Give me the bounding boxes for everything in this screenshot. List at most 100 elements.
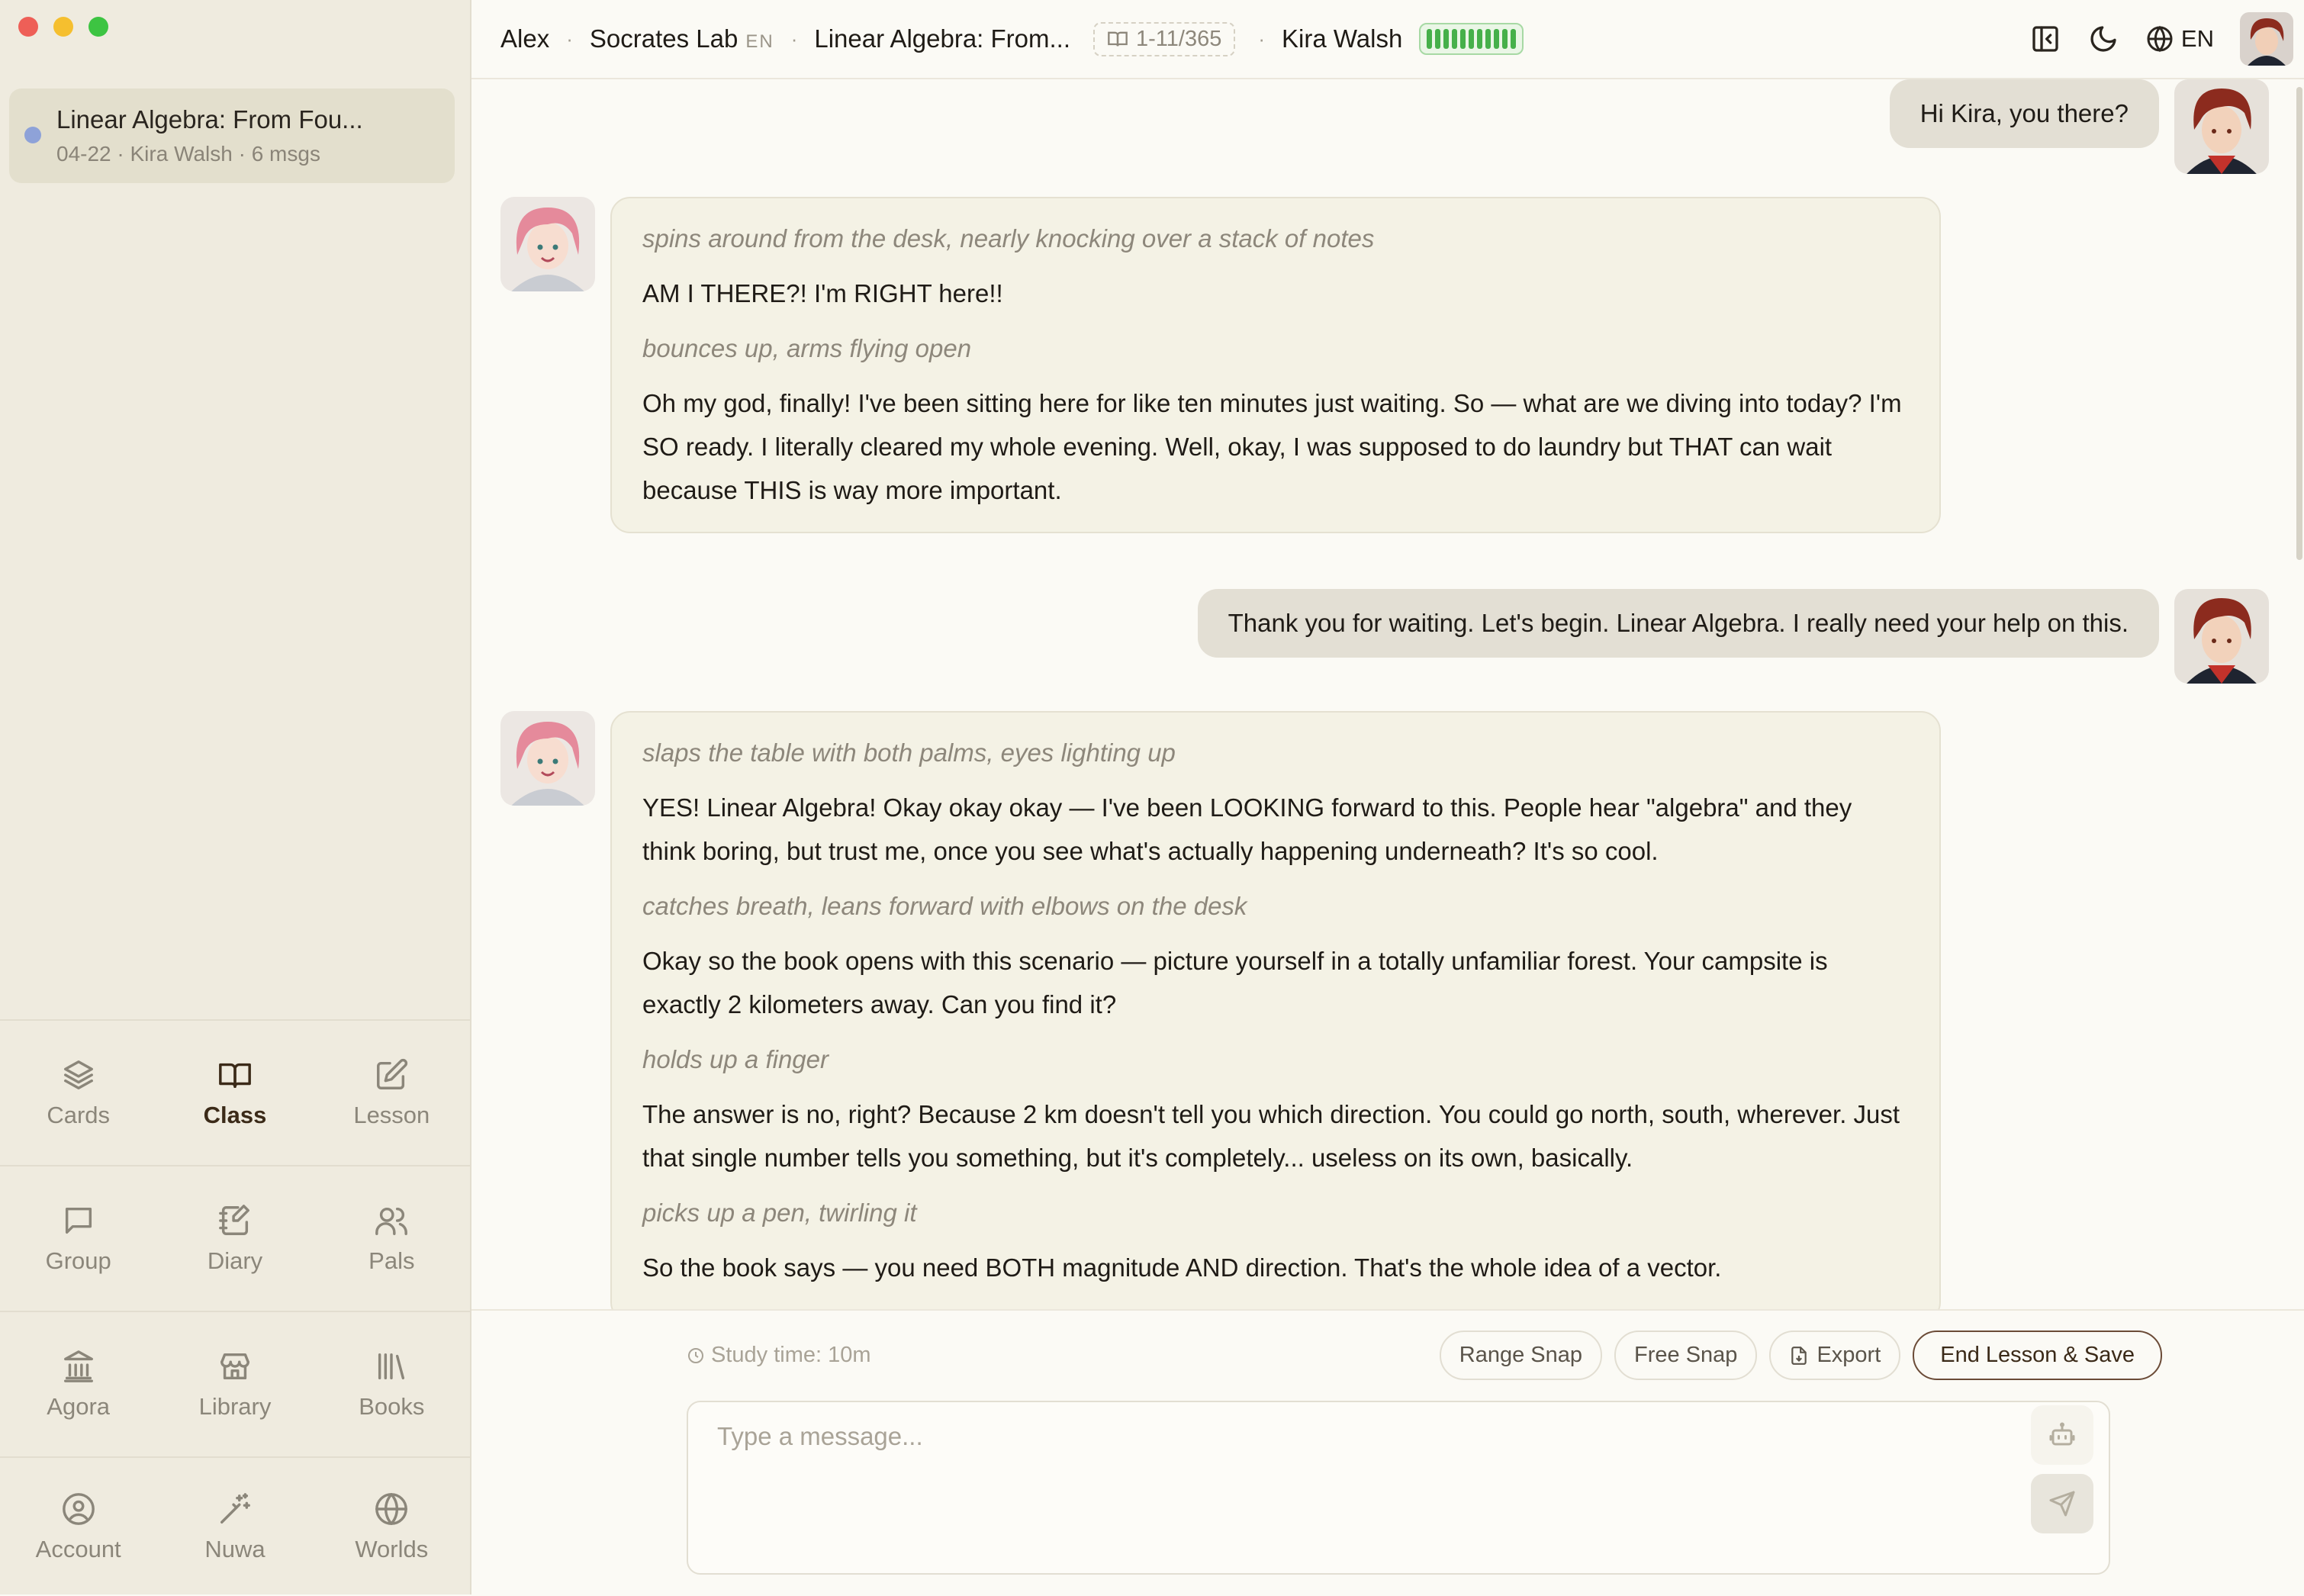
book-icon	[1108, 31, 1128, 47]
nav-item-agora[interactable]: Agora	[0, 1312, 156, 1457]
store-icon	[220, 1353, 249, 1380]
user-message: Hi Kira, you there?	[1889, 79, 2269, 174]
landmark-icon	[63, 1350, 93, 1382]
page-range-badge[interactable]: 1-11/365	[1093, 21, 1236, 56]
collapse-sidebar-button[interactable]	[2029, 22, 2062, 56]
breadcrumb-book[interactable]: Linear Algebra: From...	[814, 24, 1070, 53]
lesson-actions: Range Snap Free Snap Export End Lesson &…	[1439, 1331, 2162, 1380]
chat-scrollbar[interactable]	[2296, 87, 2302, 560]
nav-item-diary[interactable]: Diary	[156, 1166, 313, 1311]
top-bar: Alex · Socrates Lab EN · Linear Algebra: …	[471, 0, 2304, 79]
lab-name: Socrates Lab	[589, 24, 739, 53]
globe-icon	[375, 1492, 408, 1525]
study-time-label: Study time: 10m	[711, 1343, 871, 1367]
nav-label: Agora	[47, 1393, 111, 1420]
moon-icon	[2090, 26, 2116, 52]
user-message-bubble: Hi Kira, you there?	[1889, 79, 2159, 148]
assistant-message-bubble: slaps the table with both palms, eyes li…	[610, 711, 1941, 1309]
users-icon	[375, 1207, 408, 1235]
header-actions: EN	[2004, 0, 2304, 78]
message-text: The answer is no, right? Because 2 km do…	[642, 1100, 1900, 1172]
nav-item-pals[interactable]: Pals	[314, 1166, 470, 1311]
nav-label: Account	[35, 1535, 121, 1562]
robot-icon	[2049, 1422, 2075, 1446]
nav-label: Library	[198, 1393, 272, 1420]
range-snap-button[interactable]: Range Snap	[1439, 1331, 1603, 1380]
nav-item-lesson[interactable]: Lesson	[314, 1021, 470, 1166]
language-selector[interactable]: EN	[2146, 25, 2214, 53]
ai-assist-button[interactable]	[2031, 1405, 2093, 1465]
user-avatar[interactable]	[2240, 12, 2293, 66]
breadcrumb-lab[interactable]: Socrates Lab EN	[590, 24, 774, 53]
message-text: AM I THERE?! I'm RIGHT here!!	[642, 279, 1003, 307]
breadcrumb-separator: ·	[790, 27, 798, 50]
lab-language-tag: EN	[745, 31, 774, 52]
file-export-icon	[1791, 1346, 1807, 1365]
nav-item-worlds[interactable]: Worlds	[314, 1458, 470, 1596]
nav-label: Class	[203, 1102, 267, 1128]
character-name[interactable]: Kira Walsh	[1282, 24, 1402, 53]
free-snap-button[interactable]: Free Snap	[1614, 1331, 1758, 1380]
nav-row-3: Agora Library Books	[0, 1311, 470, 1457]
session-title: Linear Algebra: From Fou...	[56, 105, 363, 134]
message-text: Oh my god, finally! I've been sitting he…	[642, 389, 1902, 504]
notebook-pen-icon	[219, 1205, 249, 1235]
roleplay-action: holds up a finger	[642, 1045, 829, 1073]
nav-item-group[interactable]: Group	[0, 1166, 156, 1311]
page-range: 1-11/365	[1136, 26, 1222, 51]
end-lesson-save-button[interactable]: End Lesson & Save	[1913, 1331, 2162, 1380]
composer: Study time: 10m Range Snap Free Snap Exp…	[471, 1309, 2304, 1596]
roleplay-action: spins around from the desk, nearly knock…	[642, 224, 1375, 253]
edit-icon	[377, 1058, 408, 1089]
close-window-button[interactable]	[18, 17, 38, 37]
user-message: Thank you for waiting. Let's begin. Line…	[1197, 589, 2269, 684]
nav-item-library[interactable]: Library	[156, 1312, 313, 1457]
nav-item-books[interactable]: Books	[314, 1312, 470, 1457]
session-item[interactable]: Linear Algebra: From Fou... 04-22 · Kira…	[9, 88, 455, 183]
nav-label: Diary	[207, 1247, 263, 1274]
nav-label: Cards	[47, 1102, 111, 1128]
nav-label: Pals	[368, 1247, 415, 1274]
nav-item-nuwa[interactable]: Nuwa	[156, 1458, 313, 1596]
language-label: EN	[2180, 25, 2214, 52]
sidebar: Linear Algebra: From Fou... 04-22 · Kira…	[0, 0, 471, 1594]
send-button[interactable]	[2031, 1474, 2093, 1533]
nav-label: Books	[359, 1393, 425, 1420]
assistant-avatar	[500, 711, 595, 806]
user-message-avatar	[2174, 589, 2269, 684]
roleplay-action: slaps the table with both palms, eyes li…	[642, 738, 1176, 767]
user-message-bubble: Thank you for waiting. Let's begin. Line…	[1197, 589, 2159, 658]
message-text: YES! Linear Algebra! Okay okay okay — I'…	[642, 793, 1852, 865]
minimize-window-button[interactable]	[53, 17, 73, 37]
roleplay-action: bounces up, arms flying open	[642, 334, 972, 362]
nav-item-account[interactable]: Account	[0, 1458, 156, 1596]
export-button[interactable]: Export	[1769, 1331, 1901, 1380]
user-portrait	[2174, 589, 2269, 684]
user-circle-icon	[62, 1492, 95, 1525]
send-icon	[2049, 1491, 2075, 1517]
bookshelf-icon	[378, 1353, 405, 1380]
message-text: Okay so the book opens with this scenari…	[642, 947, 1828, 1018]
nav-label: Lesson	[353, 1102, 430, 1128]
book-open-icon	[219, 1063, 251, 1089]
nav-item-cards[interactable]: Cards	[0, 1021, 156, 1166]
breadcrumb-user[interactable]: Alex	[500, 24, 549, 53]
message-text: So the book says — you need BOTH magnitu…	[642, 1253, 1722, 1282]
layers-icon	[63, 1060, 93, 1089]
assistant-avatar	[500, 197, 595, 291]
study-timer: Study time: 10m	[687, 1343, 871, 1368]
breadcrumb-separator: ·	[566, 27, 573, 50]
nav-item-class[interactable]: Class	[156, 1021, 313, 1166]
assistant-message: spins around from the desk, nearly knock…	[500, 197, 1941, 533]
energy-meter	[1419, 23, 1524, 55]
roleplay-action: picks up a pen, twirling it	[642, 1199, 917, 1227]
chat-thread[interactable]: Hi Kira, you there? spins around from th…	[471, 79, 2304, 1309]
nav-row-2: Group Diary Pals	[0, 1165, 470, 1311]
assistant-portrait	[500, 197, 595, 291]
breadcrumb-separator: ·	[1258, 27, 1266, 50]
window-controls	[18, 17, 108, 37]
message-input[interactable]: Type a message...	[687, 1401, 2110, 1575]
zoom-window-button[interactable]	[88, 17, 108, 37]
theme-toggle-button[interactable]	[2087, 22, 2120, 56]
nav-label: Worlds	[355, 1535, 429, 1562]
